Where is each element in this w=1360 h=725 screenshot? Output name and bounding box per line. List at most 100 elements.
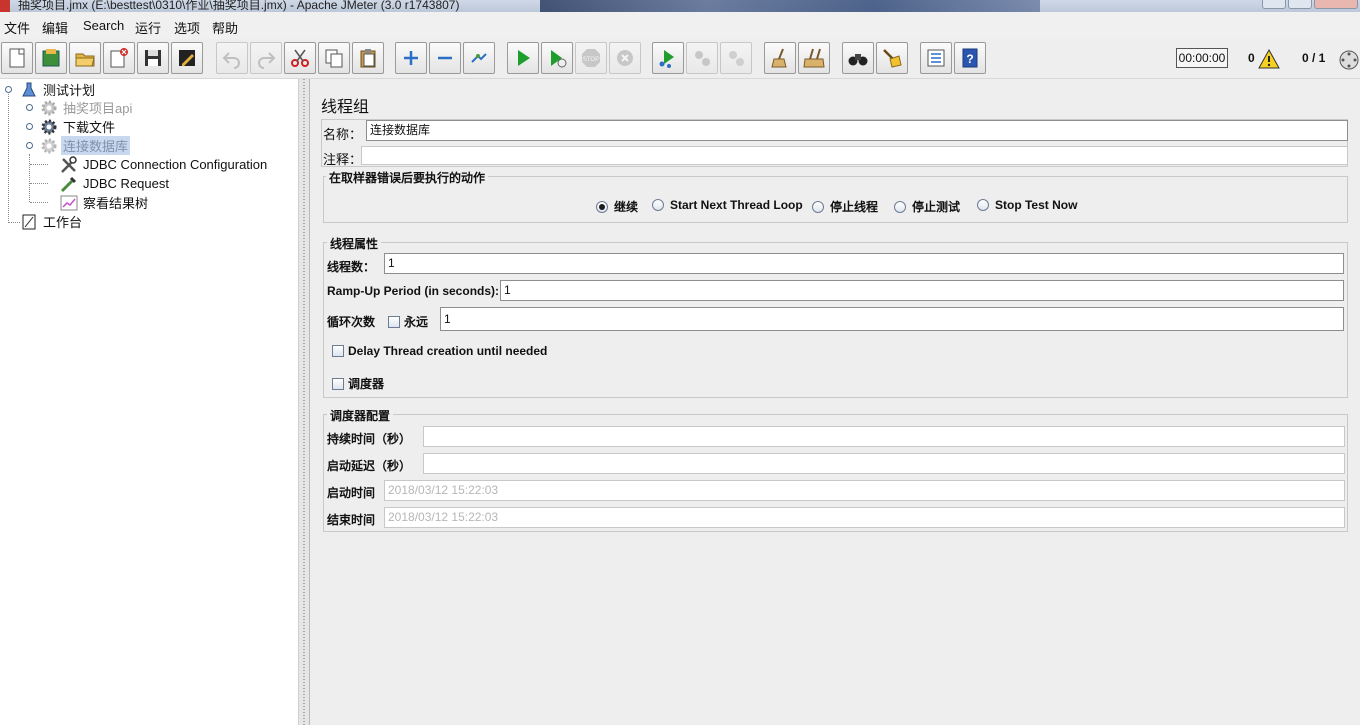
threads-field[interactable]: 1	[384, 253, 1344, 274]
function-helper-button[interactable]	[920, 42, 952, 74]
name-field[interactable]: 连接数据库	[366, 120, 1348, 141]
radio-dot	[977, 199, 989, 211]
delay-thread-creation-checkbox[interactable]: Delay Thread creation until needed	[332, 344, 547, 358]
checkbox-box	[332, 345, 344, 357]
tree-expand-toggle[interactable]	[26, 104, 33, 111]
tree-node-workbench[interactable]: 工作台	[20, 212, 84, 231]
taskbar-strip	[540, 0, 1040, 12]
start-no-pauses-button[interactable]	[541, 42, 573, 74]
maximize-button[interactable]	[1288, 0, 1312, 9]
menu-bar: 文件 编辑 Search 运行 选项 帮助	[0, 12, 1360, 39]
tree-node-thread-group[interactable]: 抽奖项目api	[40, 98, 134, 117]
tree-node-test-plan[interactable]: 测试计划	[20, 80, 97, 99]
shutdown-button[interactable]	[609, 42, 641, 74]
stop-icon: STOP	[582, 49, 600, 67]
shutdown-icon	[617, 50, 633, 66]
tree-expand-toggle[interactable]	[5, 86, 12, 93]
page-title: 线程组	[321, 99, 370, 116]
comment-field[interactable]	[361, 146, 1348, 165]
flask-icon	[20, 81, 38, 99]
menu-options[interactable]: 选项	[174, 18, 200, 37]
activity-indicator-icon	[1338, 49, 1360, 74]
tree-node-jdbc-request[interactable]: JDBC Request	[60, 174, 171, 193]
pipette-icon	[60, 175, 78, 193]
menu-help[interactable]: 帮助	[212, 18, 238, 37]
clear-button[interactable]	[764, 42, 796, 74]
expand-all-button[interactable]	[395, 42, 427, 74]
broom-clear-icon	[771, 48, 787, 68]
menu-search[interactable]: Search	[83, 18, 124, 33]
help-button[interactable]: ?	[954, 42, 986, 74]
undo-button[interactable]	[216, 42, 248, 74]
stop-button[interactable]: STOP	[575, 42, 607, 74]
elapsed-timer: 00:00:00	[1176, 48, 1228, 68]
end-time-field[interactable]: 2018/03/12 15:22:03	[384, 507, 1345, 528]
menu-edit[interactable]: 编辑	[42, 18, 68, 37]
warning-icon[interactable]	[1258, 48, 1280, 72]
rampup-label: Ramp-Up Period (in seconds):	[327, 284, 500, 298]
save-as-icon	[179, 50, 195, 66]
split-pane-divider[interactable]	[298, 79, 310, 725]
redo-button[interactable]	[250, 42, 282, 74]
forever-checkbox[interactable]: 永远	[388, 313, 428, 330]
paste-button[interactable]	[352, 42, 384, 74]
test-plan-tree: 测试计划 抽奖项目api 下载文件 连接数据库 JDBC Connection …	[0, 79, 298, 725]
start-time-label: 启动时间	[327, 486, 376, 500]
checkbox-box	[388, 315, 400, 328]
window-title: 抽奖项目.jmx (E:\besttest\0310\作业\抽奖项目.jmx) …	[18, 0, 460, 12]
templates-icon	[42, 49, 60, 67]
minimize-button[interactable]	[1262, 0, 1286, 9]
close-plan-button[interactable]	[103, 42, 135, 74]
cut-button[interactable]	[284, 42, 316, 74]
close-window-button[interactable]	[1314, 0, 1358, 9]
search-button[interactable]	[842, 42, 874, 74]
radio-stop-test-now[interactable]: Stop Test Now	[977, 198, 1077, 212]
clear-all-button[interactable]	[798, 42, 830, 74]
reset-search-button[interactable]	[876, 42, 908, 74]
svg-text:?: ?	[966, 52, 973, 66]
tree-expand-toggle[interactable]	[26, 142, 33, 149]
tree-expand-toggle[interactable]	[26, 123, 33, 130]
open-button[interactable]	[69, 42, 101, 74]
collapse-all-button[interactable]	[429, 42, 461, 74]
list-icon	[927, 49, 945, 67]
loop-count-field[interactable]: 1	[440, 307, 1344, 331]
menu-file[interactable]: 文件	[4, 18, 30, 37]
undo-icon	[222, 52, 240, 69]
radio-continue[interactable]: 继续	[596, 198, 638, 215]
duration-field[interactable]	[423, 426, 1345, 447]
menu-run[interactable]: 运行	[135, 18, 161, 37]
copy-button[interactable]	[318, 42, 350, 74]
tree-node-jdbc-config[interactable]: JDBC Connection Configuration	[60, 155, 269, 174]
radio-start-next-loop[interactable]: Start Next Thread Loop	[652, 198, 803, 212]
start-time-field[interactable]: 2018/03/12 15:22:03	[384, 480, 1345, 501]
tree-connector	[30, 164, 48, 165]
redo-icon	[258, 52, 276, 69]
new-button[interactable]	[1, 42, 33, 74]
start-button[interactable]	[507, 42, 539, 74]
startup-delay-field[interactable]	[423, 453, 1345, 474]
remote-start-button[interactable]	[652, 42, 684, 74]
paste-icon	[360, 49, 376, 68]
rampup-field[interactable]: 1	[500, 280, 1344, 301]
radio-stop-test[interactable]: 停止测试	[894, 198, 960, 215]
scissors-icon	[291, 49, 309, 67]
tree-node-thread-group[interactable]: 下载文件	[40, 117, 117, 136]
tree-node-thread-group-selected[interactable]: 连接数据库	[40, 136, 131, 155]
tree-node-view-results-tree[interactable]: 察看结果树	[60, 193, 150, 212]
scheduler-checkbox[interactable]: 调度器	[332, 375, 384, 392]
remote-stop-button[interactable]	[686, 42, 718, 74]
thread-group-panel: 线程组 名称： 连接数据库 注释： 在取样器错误后要执行的动作 继续 Start…	[310, 79, 1360, 725]
toggle-button[interactable]	[463, 42, 495, 74]
save-as-button[interactable]	[171, 42, 203, 74]
duration-label: 持续时间（秒）	[327, 432, 412, 446]
toggle-icon	[471, 53, 487, 63]
radio-stop-thread[interactable]: 停止线程	[812, 198, 878, 215]
templates-button[interactable]	[35, 42, 67, 74]
checkbox-box	[332, 377, 344, 390]
remote-shutdown-button[interactable]	[720, 42, 752, 74]
toolbar: STOP ? 00:00:00 0 0 / 1	[0, 39, 1360, 79]
save-button[interactable]	[137, 42, 169, 74]
sampler-error-action-title: 在取样器错误后要执行的动作	[326, 169, 489, 186]
comment-label: 注释：	[323, 152, 363, 167]
